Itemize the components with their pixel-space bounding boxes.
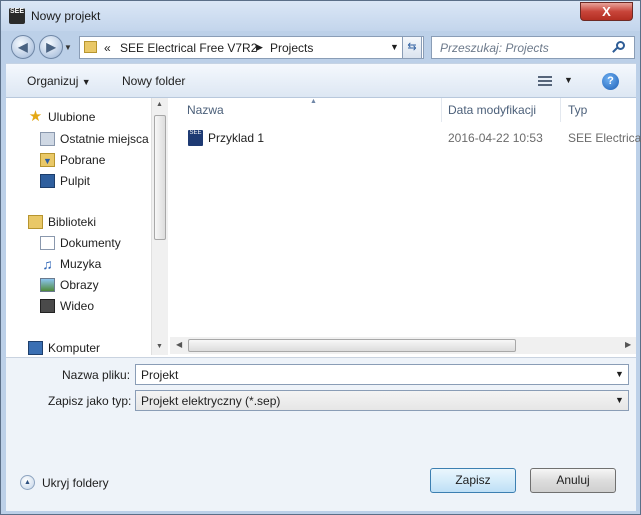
save-dialog: SEE Nowy projekt X ◀ ▶ ▼ « SEE Electrica… — [0, 0, 641, 515]
search-placeholder: Przeszukaj: Projects — [440, 41, 549, 55]
breadcrumb-item-see-electrical[interactable]: SEE Electrical Free V7R2 — [120, 41, 257, 55]
see-file-icon-label: SEE — [189, 130, 202, 136]
main-content: ★ Ulubione Ostatnie miejsca ▼ Pobrane Pu… — [6, 98, 641, 358]
new-folder-button[interactable]: Nowy folder — [122, 74, 185, 88]
view-options-button[interactable] — [538, 75, 554, 87]
address-bar[interactable]: « SEE Electrical Free V7R2 ▶ Projects ▼ — [79, 36, 424, 59]
file-row[interactable]: SEE Przyklad 1 2016-04-22 10:53 SEE Elec… — [185, 128, 641, 148]
file-type: SEE Electrica — [568, 131, 641, 145]
filetype-dropdown-icon[interactable]: ▼ — [615, 395, 624, 405]
scroll-up-icon[interactable]: ▲ — [156, 101, 163, 108]
column-header-name[interactable]: Nazwa — [187, 98, 224, 122]
refresh-icon: ⇆ — [407, 41, 417, 53]
filename-label: Nazwa pliku: — [62, 368, 131, 382]
filetype-label: Zapisz jako typ: — [48, 394, 132, 408]
filename-value: Projekt — [141, 368, 179, 382]
save-button[interactable]: Zapisz — [430, 468, 516, 493]
search-icon-handle — [612, 47, 618, 53]
view-dropdown-icon[interactable]: ▼ — [564, 75, 573, 85]
folder-icon — [84, 41, 97, 53]
organize-menu-button[interactable]: Organizuj ▼ — [27, 74, 91, 88]
breadcrumb-item-projects[interactable]: Projects — [270, 41, 313, 55]
downloads-icon: ▼ — [40, 153, 55, 167]
see-file-icon: SEE — [188, 130, 203, 146]
computer-icon — [28, 341, 43, 355]
back-arrow-icon: ◀ — [18, 40, 28, 54]
sidebar-scrollbar[interactable]: ▲ ▼ — [151, 98, 168, 355]
app-icon-label: SEE — [9, 8, 24, 15]
pictures-icon — [40, 278, 55, 292]
h-scroll-thumb[interactable] — [188, 339, 516, 352]
window-title: Nowy projekt — [31, 9, 101, 23]
organize-label: Organizuj — [27, 74, 79, 88]
scroll-thumb[interactable] — [154, 115, 166, 240]
command-toolbar: Organizuj ▼ Nowy folder ▼ ? — [6, 63, 636, 98]
forward-arrow-icon: ▶ — [46, 40, 56, 54]
filetype-value: Projekt elektryczny (*.sep) — [141, 394, 281, 408]
documents-icon — [40, 236, 55, 250]
close-button[interactable]: X — [580, 2, 633, 21]
filetype-select[interactable]: Projekt elektryczny (*.sep) ▼ — [135, 390, 629, 411]
address-dropdown-icon[interactable]: ▼ — [390, 42, 399, 52]
column-header-type[interactable]: Typ — [568, 98, 587, 122]
collapse-icon: ▲ — [20, 475, 35, 490]
breadcrumb-separator-icon[interactable]: ▶ — [256, 42, 263, 53]
navigation-pane: ★ Ulubione Ostatnie miejsca ▼ Pobrane Pu… — [28, 108, 149, 355]
save-form: Nazwa pliku: Projekt ▼ Zapisz jako typ: … — [6, 358, 636, 511]
filename-input[interactable]: Projekt ▼ — [135, 364, 629, 385]
forward-button[interactable]: ▶ — [39, 35, 63, 59]
file-list: ▲ Nazwa Data modyfikacji Typ SEE Przykla… — [170, 98, 641, 337]
help-icon[interactable]: ? — [602, 73, 619, 90]
recent-pages-dropdown[interactable]: ▼ — [64, 43, 72, 52]
file-date: 2016-04-22 10:53 — [448, 131, 543, 145]
libraries-icon — [28, 215, 43, 229]
filename-dropdown-icon[interactable]: ▼ — [615, 369, 624, 379]
view-icon — [538, 76, 552, 78]
refresh-button[interactable]: ⇆ — [402, 36, 422, 59]
file-name: Przyklad 1 — [208, 131, 265, 145]
scroll-down-icon[interactable]: ▼ — [156, 343, 163, 350]
scroll-left-icon[interactable]: ◀ — [176, 340, 182, 349]
chevron-down-icon: ▼ — [64, 43, 72, 52]
title-bar[interactable]: SEE Nowy projekt X — [1, 1, 640, 31]
app-icon: SEE — [9, 8, 25, 24]
video-icon — [40, 299, 55, 313]
music-icon: ♫ — [42, 256, 53, 272]
back-button[interactable]: ◀ — [11, 35, 35, 59]
sort-ascending-icon: ▲ — [310, 98, 317, 105]
scroll-right-icon[interactable]: ▶ — [625, 340, 631, 349]
file-list-hscrollbar[interactable]: ◀ ▶ — [170, 337, 636, 354]
close-icon: X — [602, 4, 611, 19]
hide-folders-label: Ukryj foldery — [42, 476, 109, 490]
breadcrumb-overflow[interactable]: « — [104, 41, 111, 55]
column-header-date[interactable]: Data modyfikacji — [448, 98, 536, 122]
desktop-icon — [40, 174, 55, 188]
navigation-bar: ◀ ▶ ▼ « SEE Electrical Free V7R2 ▶ Proje… — [7, 32, 635, 62]
search-box[interactable]: Przeszukaj: Projects — [431, 36, 635, 59]
recent-places-icon — [40, 132, 55, 146]
chevron-down-icon: ▼ — [81, 77, 91, 87]
cancel-button[interactable]: Anuluj — [530, 468, 616, 493]
star-icon: ★ — [28, 108, 43, 125]
